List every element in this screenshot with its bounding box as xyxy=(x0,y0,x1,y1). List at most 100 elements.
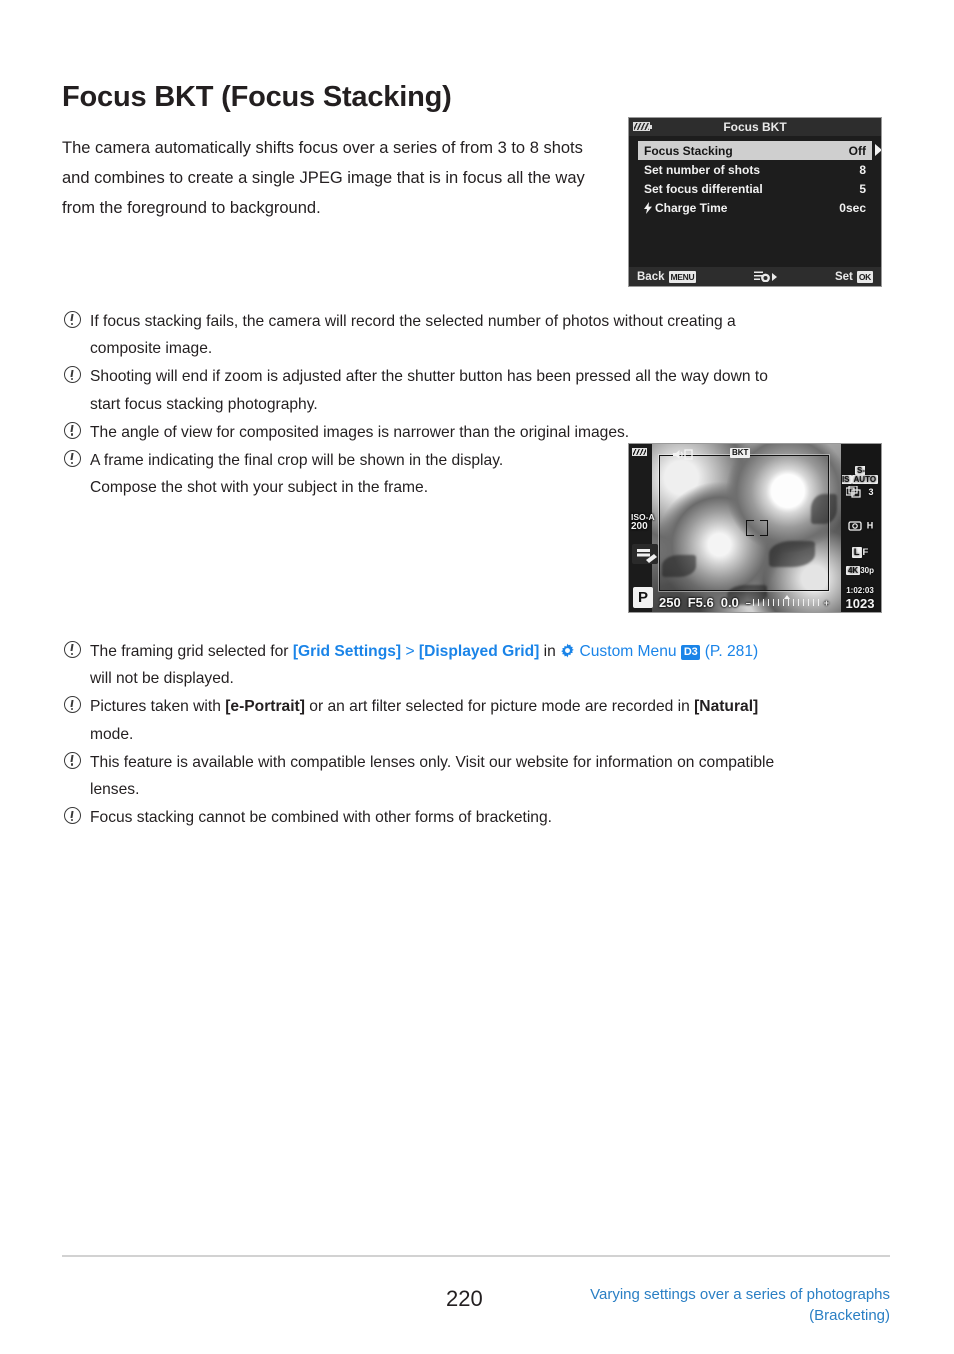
back-label: Back xyxy=(637,270,665,283)
note-line: start focus stacking photography. xyxy=(90,395,318,413)
caution-icon xyxy=(64,641,81,658)
record-time-remaining: 1:02:03 xyxy=(846,586,874,595)
caution-icon xyxy=(64,696,81,714)
menu-bottom-bar: Back MENU Set OK xyxy=(629,267,881,286)
caution-icon xyxy=(64,450,81,468)
menu-set-control[interactable]: Set OK xyxy=(834,270,873,283)
note-line: will not be displayed. xyxy=(90,670,234,688)
chevron-right-icon xyxy=(875,144,881,156)
link-grid-settings[interactable]: [Grid Settings] xyxy=(293,643,401,660)
menu-row-set-focus-differential[interactable]: Set focus differential 5 xyxy=(638,179,872,198)
flash-icon xyxy=(644,201,652,214)
ok-key-badge: OK xyxy=(856,270,873,283)
note-item: If focus stacking fails, the camera will… xyxy=(64,308,890,362)
note-line: Shooting will end if zoom is adjusted af… xyxy=(90,368,768,386)
menu-title: Focus BKT xyxy=(723,120,787,134)
menu-back-control[interactable]: Back MENU xyxy=(637,270,697,283)
note-line: The angle of view for composited images … xyxy=(90,423,630,441)
battery-icon xyxy=(633,122,652,131)
menu-row-value: 0sec xyxy=(839,200,866,215)
note-line: If focus stacking fails, the camera will… xyxy=(90,313,736,330)
manual-page: Focus BKT (Focus Stacking) The camera au… xyxy=(0,0,954,1354)
shutter-speed: 250 xyxy=(659,595,681,610)
menu-row-focus-stacking[interactable]: Focus Stacking Off xyxy=(638,141,881,160)
drive-mode-label: H xyxy=(866,520,874,531)
scale-plus: + xyxy=(823,597,829,608)
exposure-scale: – + xyxy=(746,596,829,609)
note-prefix: The framing grid selected for xyxy=(90,643,293,660)
camera-menu-screenshot: Focus BKT Focus Stacking Off Set number … xyxy=(628,117,882,287)
bracketing-count: 3 xyxy=(868,486,874,497)
sound-record-icon xyxy=(673,449,693,460)
aperture-value: F5.6 xyxy=(687,595,714,610)
note-line: Focus stacking cannot be combined with o… xyxy=(90,809,552,827)
note-middle: or an art filter selected for picture mo… xyxy=(304,698,695,716)
note-item-lenses: This feature is available with compatibl… xyxy=(64,749,890,803)
menu-top-bar: Focus BKT xyxy=(629,118,881,136)
note-middle: in xyxy=(539,643,561,660)
gear-icon xyxy=(560,643,575,658)
caution-icon xyxy=(64,311,81,328)
note-item: Shooting will end if zoom is adjusted af… xyxy=(64,363,890,417)
menu-row-charge-time[interactable]: Charge Time 0sec xyxy=(638,198,872,217)
iso-value: 200 xyxy=(631,521,648,532)
footer-divider xyxy=(62,1255,890,1257)
picture-mode-icon xyxy=(632,544,658,564)
note-line: This feature is available with compatibl… xyxy=(90,753,775,771)
link-page-reference[interactable]: (P. 281) xyxy=(705,643,758,660)
menu-tab-badge: D3 xyxy=(680,645,701,660)
note-item-bracketing: Focus stacking cannot be combined with o… xyxy=(64,804,890,831)
intro-paragraph: The camera automatically shifts focus ov… xyxy=(62,138,585,217)
set-label: Set xyxy=(834,270,853,283)
menu-row-label: Set focus differential xyxy=(644,181,763,196)
image-stabilizer-indicator: S-IS AUTO xyxy=(841,466,879,484)
shooting-mode-indicator: P xyxy=(633,587,653,608)
af-target-brackets xyxy=(746,520,768,536)
note-line: Pictures taken with [e-Portrait] or an a… xyxy=(88,693,890,720)
note-line: The framing grid selected for [Grid Sett… xyxy=(88,638,890,665)
menu-row-label-text: Charge Time xyxy=(655,200,728,215)
final-crop-frame xyxy=(659,455,829,591)
link-displayed-grid[interactable]: [Displayed Grid] xyxy=(419,643,539,660)
footer-section-reference[interactable]: Varying settings over a series of photog… xyxy=(470,1284,890,1326)
menu-row-value: Off xyxy=(848,143,866,158)
note-item: The angle of view for composited images … xyxy=(64,419,890,446)
note-line: mode. xyxy=(90,725,134,743)
caution-icon xyxy=(64,807,81,825)
menu-row-value: 5 xyxy=(859,181,866,196)
scale-minus: – xyxy=(745,597,751,608)
note-item-portrait: Pictures taken with [e-Portrait] or an a… xyxy=(64,693,890,747)
chevron-right-icon xyxy=(772,272,778,281)
menu-tab-nav-control[interactable] xyxy=(696,271,835,283)
menu-row-value: 8 xyxy=(859,162,866,177)
quality-size: L xyxy=(851,547,862,558)
footer-line-1: Varying settings over a series of photog… xyxy=(590,1286,890,1303)
note-line: composite image. xyxy=(90,340,213,358)
iso-indicator: ISO-A 200 xyxy=(631,512,655,532)
movie-quality-indicator: 4K 30p xyxy=(841,566,879,575)
list-gear-icon xyxy=(754,271,771,283)
quality-compression: F xyxy=(862,547,869,558)
bkt-indicator-top: BKT xyxy=(730,448,751,458)
notes-list-bottom: The framing grid selected for [Grid Sett… xyxy=(64,638,890,832)
stabilizer-mode: AUTO xyxy=(851,475,879,484)
menu-row-list: Focus Stacking Off Set number of shots 8… xyxy=(629,136,881,217)
scale-ticks xyxy=(752,599,822,606)
image-quality-indicator: LF xyxy=(841,547,879,558)
live-view-screenshot: BKT ISO-A 200 P S-IS AUTO 3 H L F 4K 30p… xyxy=(628,443,882,613)
exposure-compensation: 0.0 xyxy=(720,595,739,610)
battery-icon xyxy=(632,448,647,456)
menu-row-label: Charge Time xyxy=(644,201,839,215)
movie-resolution: 4K xyxy=(845,566,861,575)
menu-row-set-number-of-shots[interactable]: Set number of shots 8 xyxy=(638,160,872,179)
term-natural: [Natural] xyxy=(694,698,759,716)
menu-key-badge: MENU xyxy=(668,270,697,283)
drive-mode-indicator: H xyxy=(841,520,879,532)
caution-icon xyxy=(64,751,81,769)
bracketing-indicator: 3 xyxy=(841,485,879,499)
menu-row-label: Set number of shots xyxy=(644,162,761,177)
term-e-portrait: [e-Portrait] xyxy=(225,698,305,716)
page-title: Focus BKT (Focus Stacking) xyxy=(62,81,452,114)
note-line: lenses. xyxy=(90,781,140,799)
menu-row-label: Focus Stacking xyxy=(644,143,733,158)
